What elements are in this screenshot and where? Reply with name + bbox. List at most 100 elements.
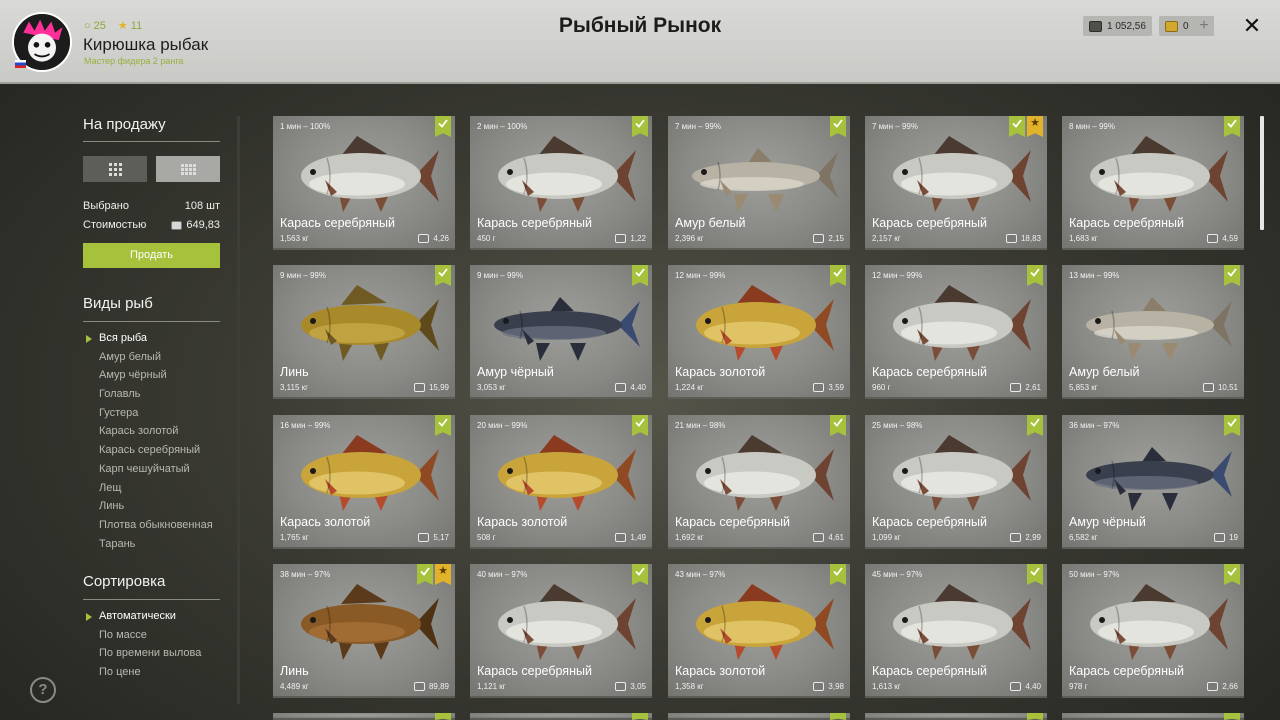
fish-card[interactable]: 2 мин – 100% Карась серебряный 450 г 1,22 bbox=[470, 116, 652, 250]
fish-card[interactable]: 25 мин – 98% Карась серебряный 1,099 кг 2,9… bbox=[865, 415, 1047, 549]
fish-weight: 2,157 кг bbox=[872, 234, 901, 243]
coin-icon bbox=[813, 234, 825, 243]
coin-icon bbox=[615, 533, 627, 542]
player-name: Кирюшка рыбак bbox=[83, 35, 209, 54]
fish-card-partial[interactable] bbox=[273, 713, 455, 720]
fish-card[interactable]: 40 мин – 97% Карась серебряный 1,121 кг 3,0… bbox=[470, 564, 652, 698]
fish-card[interactable]: 13 мин – 99% Амур белый 5,853 кг 10,51 bbox=[1062, 265, 1244, 399]
catch-time: 21 мин – 98% bbox=[675, 421, 726, 430]
fish-weight: 6,582 кг bbox=[1069, 533, 1098, 542]
fish-card[interactable]: 43 мин – 97% Карась золотой 1,358 кг 3,98 bbox=[668, 564, 850, 698]
fish-weight: 1,121 кг bbox=[477, 682, 506, 691]
grid-small-icon bbox=[180, 163, 196, 175]
fish-card[interactable]: 50 мин – 97% Карась серебряный 978 г 2,66 bbox=[1062, 564, 1244, 698]
fish-image bbox=[893, 136, 1031, 212]
fish-card-partial[interactable] bbox=[1062, 713, 1244, 720]
fish-card-partial[interactable] bbox=[668, 713, 850, 720]
fish-name: Амур чёрный bbox=[477, 365, 554, 379]
gold-balance: 0 bbox=[1159, 16, 1195, 36]
fish-name: Амур белый bbox=[675, 216, 746, 230]
help-icon[interactable]: ? bbox=[30, 677, 56, 703]
fish-card[interactable]: 9 мин – 99% Линь 3,115 кг 15,99 bbox=[273, 265, 455, 399]
catch-time: 12 мин – 99% bbox=[872, 271, 923, 280]
catch-time: 13 мин – 99% bbox=[1069, 271, 1120, 280]
fish-card[interactable]: 7 мин – 99% Амур белый 2,396 кг 2,15 bbox=[668, 116, 850, 250]
fish-card[interactable]: 38 мин – 97% ★ Линь 4,489 кг 89,89 bbox=[273, 564, 455, 698]
species-filter-item[interactable]: Вся рыба bbox=[99, 329, 213, 348]
species-filter-item[interactable]: Карась серебряный bbox=[99, 441, 213, 460]
fish-card[interactable]: 12 мин – 99% Карась золотой 1,224 кг 3,59 bbox=[668, 265, 850, 399]
select-check-icon[interactable] bbox=[632, 713, 648, 720]
species-filter-item[interactable]: Амур белый bbox=[99, 348, 213, 367]
species-filter-item[interactable]: Тарань bbox=[99, 535, 213, 554]
species-filter-item[interactable]: Голавль bbox=[99, 385, 213, 404]
fish-weight: 1,692 кг bbox=[675, 533, 704, 542]
species-filter-item[interactable]: Амур чёрный bbox=[99, 366, 213, 385]
select-check-icon[interactable] bbox=[1027, 713, 1043, 720]
fish-card[interactable]: 45 мин – 97% Карась серебряный 1,613 кг 4,4… bbox=[865, 564, 1047, 698]
species-filter-item[interactable]: Плотва обыкновенная bbox=[99, 516, 213, 535]
select-check-icon[interactable] bbox=[1224, 713, 1240, 720]
fish-card[interactable]: 1 мин – 100% Карась серебряный 1,563 кг 4,2… bbox=[273, 116, 455, 250]
species-heading: Виды рыб bbox=[83, 295, 153, 312]
coin-icon bbox=[1010, 533, 1022, 542]
fish-card[interactable]: 8 мин – 99% Карась серебряный 1,683 кг 4,59 bbox=[1062, 116, 1244, 250]
fish-name: Карась золотой bbox=[280, 515, 371, 529]
coin-icon bbox=[615, 682, 627, 691]
fish-name: Карась серебряный bbox=[1069, 216, 1184, 230]
sort-option-item[interactable]: По времени вылова bbox=[99, 644, 201, 663]
view-small-grid-button[interactable] bbox=[156, 156, 220, 182]
fish-image bbox=[1090, 584, 1228, 660]
fish-card-partial[interactable] bbox=[470, 713, 652, 720]
fish-card[interactable]: 16 мин – 99% Карась золотой 1,765 кг 5,17 bbox=[273, 415, 455, 549]
fish-weight: 3,053 кг bbox=[477, 383, 506, 392]
fish-name: Карась серебряный bbox=[675, 515, 790, 529]
species-filter-item[interactable]: Густера bbox=[99, 404, 213, 423]
species-filter-item[interactable]: Карась золотой bbox=[99, 422, 213, 441]
sort-option-item[interactable]: По массе bbox=[99, 626, 201, 645]
fish-price: 10,51 bbox=[1202, 383, 1238, 392]
close-button[interactable]: ✕ bbox=[1240, 14, 1264, 38]
sort-option-item[interactable]: По цене bbox=[99, 663, 201, 682]
fish-weight: 2,396 кг bbox=[675, 234, 704, 243]
species-filter-item[interactable]: Лещ bbox=[99, 479, 213, 498]
species-filter-list: Вся рыба Амур белый Амур чёрный Голавль Густ… bbox=[99, 329, 213, 553]
fish-name: Амур чёрный bbox=[1069, 515, 1146, 529]
fish-card[interactable]: 21 мин – 98% Карась серебряный 1,692 кг 4,6… bbox=[668, 415, 850, 549]
fish-card[interactable]: 36 мин – 97% Амур чёрный 6,582 кг 19 bbox=[1062, 415, 1244, 549]
top-bar: ○ 25 ★ 11 Кирюшка рыбак Мастер фидера 2 ра… bbox=[0, 0, 1280, 84]
select-check-icon[interactable] bbox=[435, 713, 451, 720]
catch-time: 16 мин – 99% bbox=[280, 421, 331, 430]
sell-button[interactable]: Продать bbox=[83, 243, 220, 268]
fish-card-partial[interactable] bbox=[865, 713, 1047, 720]
coin-icon bbox=[813, 682, 825, 691]
fish-weight: 1,099 кг bbox=[872, 533, 901, 542]
gold-coin-icon bbox=[1165, 20, 1178, 32]
add-currency-button[interactable]: + bbox=[1194, 16, 1214, 36]
fish-name: Карась серебряный bbox=[1069, 664, 1184, 678]
coin-icon bbox=[615, 234, 627, 243]
fish-image bbox=[893, 285, 1031, 361]
fish-card[interactable]: 12 мин – 99% Карась серебряный 960 г 2,61 bbox=[865, 265, 1047, 399]
catch-time: 2 мин – 100% bbox=[477, 122, 528, 131]
fish-weight: 978 г bbox=[1069, 682, 1088, 691]
fish-card[interactable]: 9 мин – 99% Амур чёрный 3,053 кг 4,40 bbox=[470, 265, 652, 399]
grid-scrollbar-thumb[interactable] bbox=[1260, 116, 1264, 230]
catch-time: 12 мин – 99% bbox=[675, 271, 726, 280]
species-filter-item[interactable]: Карп чешуйчатый bbox=[99, 460, 213, 479]
sort-option-item[interactable]: Автоматически bbox=[99, 607, 201, 626]
coin-icon bbox=[171, 220, 183, 230]
fish-image bbox=[1086, 447, 1232, 511]
fish-card[interactable]: 7 мин – 99% ★ Карась серебряный 2,157 кг 18,… bbox=[865, 116, 1047, 250]
fish-grid: 1 мин – 100% Карась серебряный 1,563 кг 4,2… bbox=[273, 116, 1245, 720]
sidebar-scrollbar-track[interactable] bbox=[237, 116, 240, 704]
fish-card[interactable]: 20 мин – 99% Карась золотой 508 г 1,49 bbox=[470, 415, 652, 549]
select-check-icon[interactable] bbox=[830, 713, 846, 720]
fish-name: Карась серебряный bbox=[477, 664, 592, 678]
view-large-grid-button[interactable] bbox=[83, 156, 147, 182]
catch-time: 9 мин – 99% bbox=[477, 271, 523, 280]
fish-price: 4,59 bbox=[1207, 234, 1238, 243]
fish-image bbox=[301, 584, 439, 660]
catch-time: 1 мин – 100% bbox=[280, 122, 331, 131]
species-filter-item[interactable]: Линь bbox=[99, 497, 213, 516]
